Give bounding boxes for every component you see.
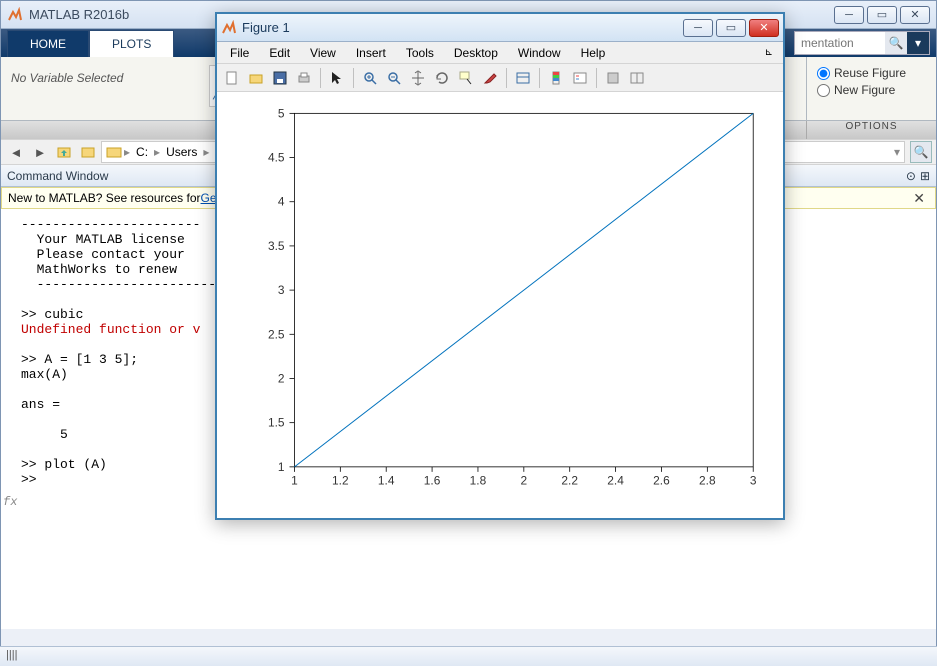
crumb-drive[interactable]: C: — [132, 145, 152, 159]
svg-text:2.8: 2.8 — [699, 474, 716, 488]
figure-title: Figure 1 — [242, 20, 683, 35]
svg-text:1.5: 1.5 — [268, 416, 285, 430]
banner-close-button[interactable]: ✕ — [909, 190, 929, 207]
figure-window: Figure 1 ─ ▭ ✕ File Edit View Insert Too… — [215, 12, 785, 520]
print-icon[interactable] — [293, 67, 315, 89]
fx-icon[interactable]: fx — [3, 495, 17, 509]
datacursor-icon[interactable] — [455, 67, 477, 89]
pointer-icon[interactable] — [326, 67, 348, 89]
menu-desktop[interactable]: Desktop — [445, 44, 507, 62]
figure-maximize-button[interactable]: ▭ — [716, 19, 746, 37]
svg-text:4.5: 4.5 — [268, 151, 285, 165]
forward-button[interactable]: ► — [29, 142, 51, 162]
menu-tools[interactable]: Tools — [397, 44, 443, 62]
svg-text:2.2: 2.2 — [561, 474, 578, 488]
up-folder-icon[interactable] — [53, 142, 75, 162]
search-icon[interactable]: 🔍 — [885, 32, 907, 54]
figure-menubar: File Edit View Insert Tools Desktop Wind… — [217, 42, 783, 64]
cmd-line-max: max(A) — [21, 367, 68, 382]
error-text: Undefined function or v — [21, 322, 200, 337]
toolstrip-collapse-icon[interactable]: ▾ — [907, 32, 929, 54]
pan-icon[interactable] — [407, 67, 429, 89]
zoom-in-icon[interactable] — [359, 67, 381, 89]
close-button[interactable]: ✕ — [900, 6, 930, 24]
svg-text:3: 3 — [278, 283, 285, 297]
svg-text:1.8: 1.8 — [470, 474, 487, 488]
cmd-line-cubic: >> cubic — [21, 307, 83, 322]
svg-text:1: 1 — [291, 474, 298, 488]
figure-titlebar[interactable]: Figure 1 ─ ▭ ✕ — [217, 14, 783, 42]
ans-label: ans = — [21, 397, 60, 412]
menu-window[interactable]: Window — [509, 44, 570, 62]
show-plot-icon[interactable] — [626, 67, 648, 89]
svg-text:2: 2 — [278, 371, 285, 385]
maximize-button[interactable]: ▭ — [867, 6, 897, 24]
tab-home[interactable]: HOME — [7, 30, 89, 57]
ans-value: 5 — [21, 427, 68, 442]
figure-toolbar — [217, 64, 783, 92]
svg-text:2.5: 2.5 — [268, 327, 285, 341]
open-icon[interactable] — [245, 67, 267, 89]
hide-plot-icon[interactable] — [602, 67, 624, 89]
rotate-icon[interactable] — [431, 67, 453, 89]
menu-edit[interactable]: Edit — [260, 44, 299, 62]
prompt[interactable]: >> — [21, 472, 44, 487]
zoom-out-icon[interactable] — [383, 67, 405, 89]
figure-logo-icon — [221, 20, 237, 36]
matlab-logo-icon — [7, 7, 23, 23]
figure-close-button[interactable]: ✕ — [749, 19, 779, 37]
brush-icon[interactable] — [479, 67, 501, 89]
svg-text:2.4: 2.4 — [607, 474, 624, 488]
new-figure-icon[interactable] — [221, 67, 243, 89]
dropdown-icon[interactable]: ⊙ — [906, 169, 916, 183]
svg-text:2.6: 2.6 — [653, 474, 670, 488]
status-bar: |||| — [0, 646, 937, 666]
menu-file[interactable]: File — [221, 44, 258, 62]
new-figure-radio[interactable]: New Figure — [817, 83, 926, 97]
figure-axes[interactable]: 1 1.2 1.4 1.6 1.8 2 2.2 2.4 2.6 2.8 3 1 1.5 2 2.5 3 3.5 4… — [217, 92, 783, 518]
layout-icon[interactable]: ⊞ — [920, 169, 930, 183]
figure-menu-chevron-icon[interactable]: ⊾ — [759, 47, 779, 58]
svg-text:2: 2 — [521, 474, 528, 488]
browse-folder-icon[interactable] — [77, 142, 99, 162]
svg-text:3.5: 3.5 — [268, 239, 285, 253]
svg-text:1.6: 1.6 — [424, 474, 441, 488]
menu-view[interactable]: View — [301, 44, 345, 62]
cmd-line-plot: >> plot (A) — [21, 457, 107, 472]
minimize-button[interactable]: ─ — [834, 6, 864, 24]
menu-help[interactable]: Help — [572, 44, 615, 62]
command-window-title: Command Window — [7, 169, 108, 183]
colorbar-icon[interactable] — [545, 67, 567, 89]
crumb-users[interactable]: Users — [162, 145, 201, 159]
legend-icon[interactable] — [569, 67, 591, 89]
menu-insert[interactable]: Insert — [347, 44, 395, 62]
tab-plots[interactable]: PLOTS — [89, 30, 174, 57]
link-icon[interactable] — [512, 67, 534, 89]
banner-text: New to MATLAB? See resources for — [8, 191, 201, 205]
section-options: OPTIONS — [806, 121, 936, 139]
svg-text:4: 4 — [278, 195, 285, 209]
no-variable-text: No Variable Selected — [1, 57, 201, 120]
svg-text:3: 3 — [750, 474, 757, 488]
svg-text:5: 5 — [278, 106, 285, 120]
path-search-icon[interactable]: 🔍 — [910, 141, 932, 163]
figure-options-panel: Reuse Figure New Figure — [806, 57, 936, 120]
reuse-figure-radio[interactable]: Reuse Figure — [817, 66, 926, 80]
svg-text:1: 1 — [278, 460, 285, 474]
back-button[interactable]: ◄ — [5, 142, 27, 162]
svg-text:1.2: 1.2 — [332, 474, 349, 488]
cmd-line-assign: >> A = [1 3 5]; — [21, 352, 138, 367]
figure-minimize-button[interactable]: ─ — [683, 19, 713, 37]
folder-icon — [106, 144, 122, 160]
doc-search-input[interactable] — [795, 34, 885, 52]
doc-search-box[interactable]: 🔍 ▾ — [794, 31, 930, 55]
save-icon[interactable] — [269, 67, 291, 89]
svg-text:1.4: 1.4 — [378, 474, 395, 488]
